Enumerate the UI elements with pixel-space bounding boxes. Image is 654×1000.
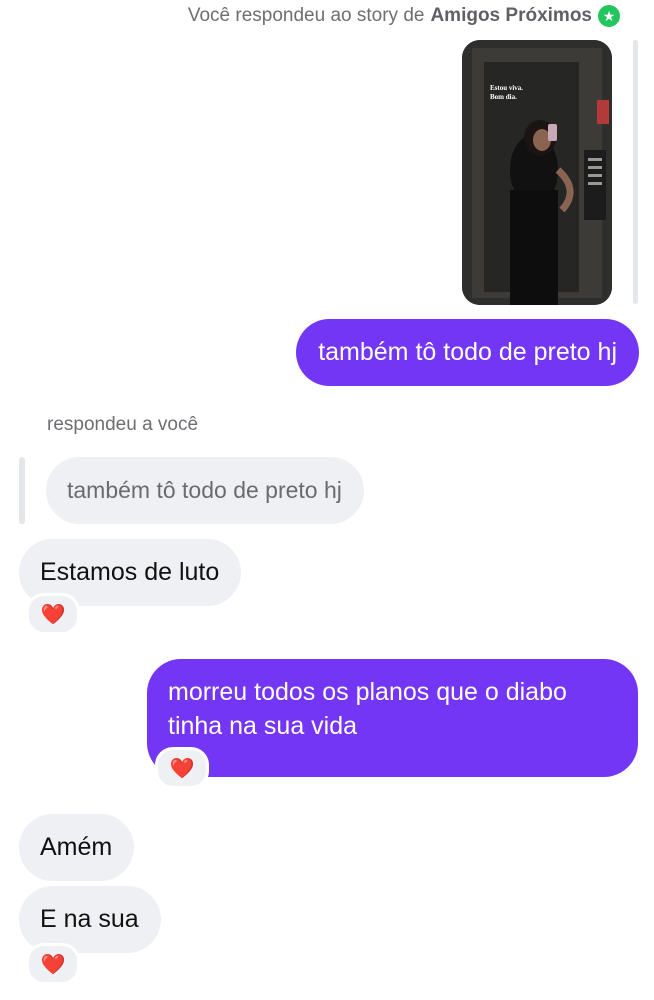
message-bubble-incoming[interactable]: Amém: [19, 814, 135, 881]
quoted-text: também tô todo de preto hj: [67, 477, 342, 503]
reply-label: respondeu a você: [47, 414, 199, 435]
heart-icon: ❤️: [40, 603, 66, 626]
quote-bar: [19, 457, 25, 524]
heart-reaction[interactable]: ❤️: [155, 747, 209, 789]
close-friends-label: Amigos Próximos: [430, 5, 592, 26]
story-photo: [462, 40, 612, 305]
message-text: morreu todos os planos que o diabo tinha…: [168, 678, 567, 740]
story-thumbnail[interactable]: Estou viva. Bom dia.: [462, 40, 612, 305]
story-caption: Estou viva. Bom dia.: [490, 84, 523, 102]
message-text: E na sua: [40, 905, 139, 933]
star-icon: ★: [598, 5, 620, 27]
story-scrollbar[interactable]: [633, 40, 638, 304]
message-bubble-outgoing[interactable]: morreu todos os planos que o diabo tinha…: [147, 659, 638, 777]
heart-icon: ❤️: [169, 757, 195, 780]
heart-reaction[interactable]: ❤️: [26, 943, 80, 985]
message-text: Amém: [40, 833, 113, 861]
message-text: também tô todo de preto hj: [318, 338, 617, 366]
story-reply-header: Você respondeu ao story de Amigos Próxim…: [188, 5, 620, 27]
quoted-message[interactable]: também tô todo de preto hj: [46, 457, 364, 524]
story-reply-prefix: Você respondeu ao story de: [187, 5, 425, 26]
message-bubble-outgoing[interactable]: também tô todo de preto hj: [296, 319, 639, 386]
story-caption-line2: Bom dia.: [490, 93, 517, 101]
message-text: Estamos de luto: [40, 558, 220, 586]
story-caption-line1: Estou viva.: [490, 84, 524, 92]
heart-icon: ❤️: [40, 953, 66, 976]
heart-reaction[interactable]: ❤️: [26, 593, 80, 635]
